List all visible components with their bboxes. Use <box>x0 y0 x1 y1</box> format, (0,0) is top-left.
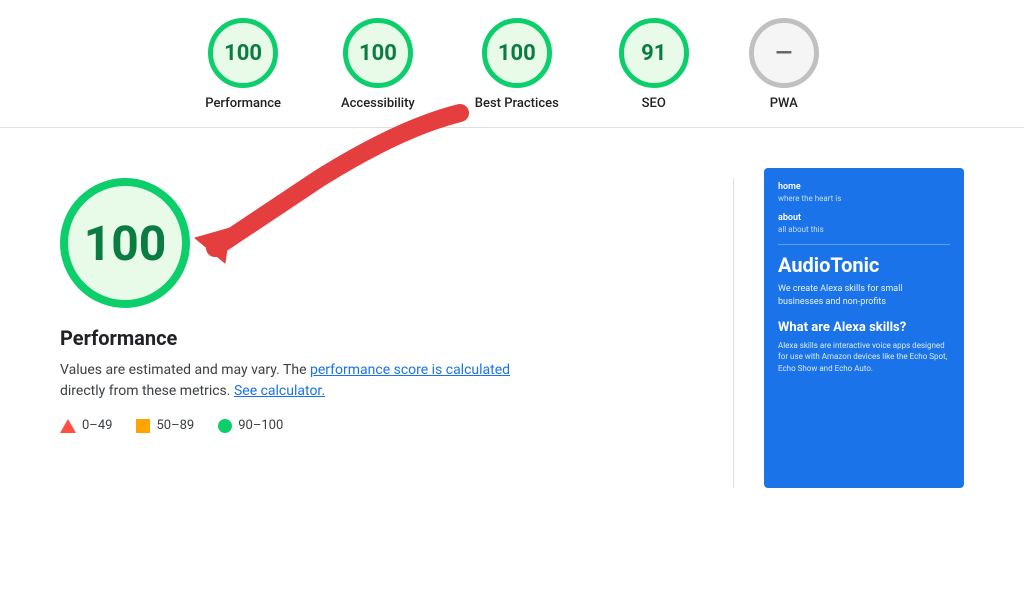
preview-tagline: We create Alexa skills for small busines… <box>778 283 950 308</box>
performance-title: Performance <box>60 326 177 350</box>
big-score-area: 100 <box>60 178 190 308</box>
score-value-accessibility: 100 <box>359 41 397 66</box>
preview-divider <box>778 244 950 245</box>
score-label-performance: Performance <box>205 96 281 111</box>
legend-orange-range: 50–89 <box>156 418 194 433</box>
big-score-value: 100 <box>84 215 167 272</box>
circle-icon <box>218 419 232 433</box>
score-circle-accessibility: 100 <box>343 18 413 88</box>
preview-section-title: What are Alexa skills? <box>778 320 950 335</box>
legend: 0–49 50–89 90–100 <box>60 418 283 433</box>
score-label-pwa: PWA <box>770 96 798 111</box>
legend-green: 90–100 <box>218 418 283 433</box>
description: Values are estimated and may vary. The p… <box>60 360 540 402</box>
preview-section-body: Alexa skills are interactive voice apps … <box>778 340 950 374</box>
description-before: Values are estimated and may vary. The <box>60 362 307 378</box>
site-preview: home where the heart is about all about … <box>764 168 964 488</box>
score-value-pwa: — <box>775 41 792 66</box>
divider <box>733 178 734 488</box>
score-value-performance: 100 <box>224 41 262 66</box>
right-panel: home where the heart is about all about … <box>764 168 984 488</box>
score-item-best-practices[interactable]: 100 Best Practices <box>475 18 559 111</box>
score-item-pwa[interactable]: — PWA <box>749 18 819 111</box>
performance-link[interactable]: performance score is calculated <box>310 362 510 378</box>
score-circle-best-practices: 100 <box>482 18 552 88</box>
legend-green-range: 90–100 <box>238 418 283 433</box>
big-score-circle: 100 <box>60 178 190 308</box>
score-bar: 100 Performance 100 Accessibility 100 Be… <box>0 0 1024 128</box>
legend-orange: 50–89 <box>136 418 194 433</box>
legend-red: 0–49 <box>60 418 112 433</box>
triangle-icon <box>60 419 76 433</box>
preview-nav1-sub: where the heart is <box>778 194 950 203</box>
preview-brand: AudioTonic <box>778 253 950 277</box>
preview-nav2-sub: all about this <box>778 225 950 234</box>
score-label-seo: SEO <box>642 96 666 111</box>
square-icon <box>136 419 150 433</box>
legend-red-range: 0–49 <box>82 418 112 433</box>
score-item-accessibility[interactable]: 100 Accessibility <box>341 18 415 111</box>
left-panel: 100 Performance Values are estimated and… <box>40 148 703 488</box>
score-value-best-practices: 100 <box>498 41 536 66</box>
score-circle-performance: 100 <box>208 18 278 88</box>
score-circle-seo: 91 <box>619 18 689 88</box>
score-label-accessibility: Accessibility <box>341 96 415 111</box>
score-item-seo[interactable]: 91 SEO <box>619 18 689 111</box>
description-middle: directly from these metrics. <box>60 383 230 399</box>
score-label-best-practices: Best Practices <box>475 96 559 111</box>
preview-nav1: home <box>778 182 950 192</box>
score-item-performance[interactable]: 100 Performance <box>205 18 281 111</box>
arrow-annotation <box>140 98 490 298</box>
main-content: 100 Performance Values are estimated and… <box>0 128 1024 508</box>
score-circle-pwa: — <box>749 18 819 88</box>
calculator-link[interactable]: See calculator. <box>234 383 325 399</box>
score-value-seo: 91 <box>641 41 666 66</box>
preview-nav2: about <box>778 213 950 223</box>
